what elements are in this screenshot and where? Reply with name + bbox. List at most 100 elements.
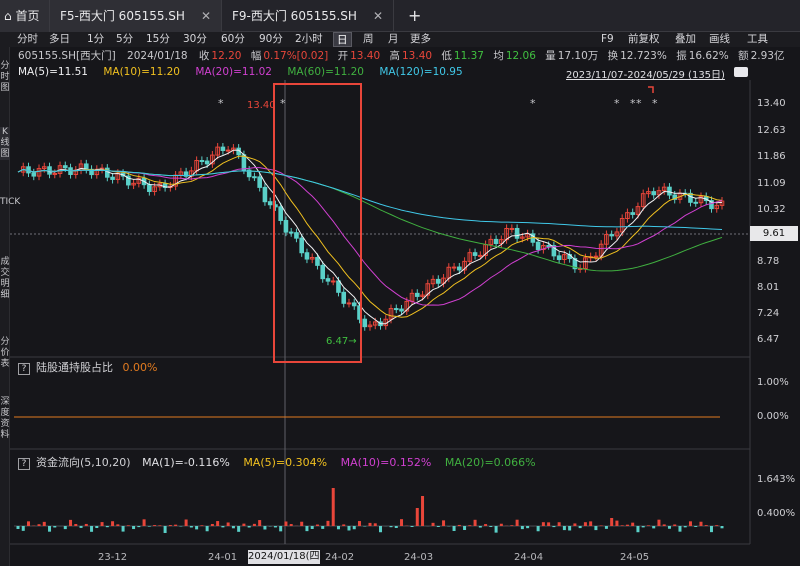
help-icon[interactable]: ? [18, 363, 30, 375]
flow-bar [599, 525, 603, 526]
flow-bar [95, 526, 99, 529]
flow-bar [168, 525, 172, 526]
flow-bar [478, 526, 482, 528]
flow-bar [147, 526, 151, 527]
ma120-line [17, 168, 723, 230]
candle-body [693, 201, 699, 204]
flow-bar [673, 524, 677, 526]
flow-bar [442, 520, 446, 526]
low-mark: 6.47→ [326, 336, 357, 347]
flow-bar [463, 526, 467, 530]
x-tick: 24-05 [620, 552, 650, 563]
flow-bar [578, 526, 582, 529]
flow-bar [594, 526, 598, 531]
price-tick: 11.09 [757, 178, 786, 189]
candle-body [336, 280, 341, 293]
flow-bar [662, 524, 666, 526]
x-tick: 23-12 [98, 552, 128, 563]
flow-bar [53, 526, 57, 528]
candle-body [252, 176, 257, 179]
flow-bar [562, 526, 566, 531]
flow-bar [389, 526, 393, 528]
flow-bar [284, 521, 288, 526]
flow-bar [90, 526, 94, 532]
flow-ma20: MA(20)=0.066% [444, 456, 536, 469]
candle-body [199, 159, 205, 162]
flow-bar [126, 525, 130, 526]
flow-bar [321, 526, 325, 529]
flow-bar [499, 523, 503, 526]
flow-bar [667, 526, 671, 529]
candle-body [220, 146, 226, 151]
flow-bar [699, 521, 703, 526]
ma20-line [17, 167, 723, 306]
event-marker-icon[interactable]: * [614, 97, 620, 110]
flow-bar [247, 526, 251, 528]
flow-bar [42, 521, 46, 526]
high-mark: 13.40 [247, 100, 276, 111]
candle-body [478, 254, 483, 257]
flow-bar [394, 526, 398, 528]
event-marker-icon[interactable]: * [636, 97, 642, 110]
candle-body [546, 245, 551, 248]
candle-body [514, 227, 520, 239]
candle-body [651, 191, 657, 196]
candle-body [341, 291, 347, 304]
candle-body [315, 257, 320, 266]
flow-bar [279, 526, 283, 532]
candle-body [52, 172, 58, 175]
help-icon[interactable]: ? [18, 458, 30, 470]
candle-body [262, 186, 268, 203]
candle-body [294, 232, 299, 239]
flow-bar [510, 525, 514, 526]
candle-body [320, 264, 326, 280]
flow-bar [468, 525, 472, 526]
flow-bar [541, 522, 545, 526]
event-marker-icon[interactable]: * [280, 97, 286, 110]
flow-bar [352, 526, 356, 530]
flow-ma5: MA(5)=0.304% [243, 456, 328, 469]
event-marker-icon[interactable]: * [652, 97, 658, 110]
flow-bar [520, 526, 524, 530]
flow-bar [436, 526, 440, 528]
flow-bar [16, 526, 20, 529]
holding-panel-header: ? 陆股通持股占比 0.00% [18, 359, 157, 375]
candle-body [556, 255, 562, 260]
flow-bar [515, 519, 519, 526]
flow-bar [431, 522, 435, 526]
kline-chart[interactable]: * * * * * * * 13.40 6.47→ [0, 0, 800, 566]
event-marker-icon[interactable]: * [530, 97, 536, 110]
flow-bar [709, 526, 713, 533]
flow-bar [720, 526, 724, 529]
flow-bar [221, 526, 225, 528]
candle-body [351, 302, 357, 307]
flow-bar [536, 526, 540, 532]
flow-bar [27, 521, 31, 526]
flow-bar [142, 519, 146, 526]
flow-bar [153, 525, 157, 526]
flow-bar [48, 526, 52, 532]
flow-bar [678, 526, 682, 532]
flow-bar [573, 523, 577, 526]
flow-bar [342, 524, 346, 526]
flow-bar [331, 488, 335, 526]
flow-bar [132, 526, 136, 530]
flow-bar [205, 526, 209, 532]
flow-title: 资金流向(5,10,20) [36, 456, 131, 469]
flow-bar [216, 521, 220, 526]
candle-body [509, 227, 515, 230]
candle-body [62, 165, 68, 169]
holding-tick: 0.00% [757, 411, 789, 422]
markers-group: * * * * * * * [218, 97, 658, 110]
flow-bar [657, 519, 661, 526]
candle-body [330, 280, 336, 283]
flow-bar [631, 522, 635, 526]
price-tick: 13.40 [757, 98, 786, 109]
event-marker-icon[interactable]: * [218, 97, 224, 110]
flow-bar [683, 526, 687, 528]
flow-bar [646, 525, 650, 526]
flow-bar [189, 526, 193, 528]
current-price-tag: 9.61 [750, 226, 798, 241]
flow-bar [625, 524, 629, 526]
flow-bar [116, 524, 120, 526]
